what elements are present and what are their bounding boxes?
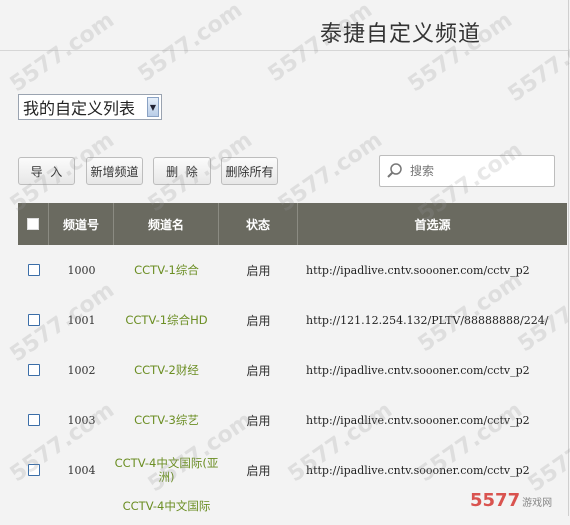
delete-button[interactable]: 删 除 bbox=[153, 157, 211, 185]
table-row[interactable]: 1004 CCTV-4中文国际(亚洲) 启用 http://ipadlive.c… bbox=[18, 445, 567, 495]
channel-source: http://ipadlive.cntv.soooner.com/cctv_p2 bbox=[306, 363, 530, 377]
channel-name[interactable]: CCTV-1综合 bbox=[114, 245, 219, 295]
search-box[interactable] bbox=[379, 155, 555, 187]
channel-source: http://ipadlive.cntv.soooner.com/cctv_p2 bbox=[306, 413, 530, 427]
add-channel-button[interactable]: 新增频道 bbox=[86, 157, 143, 185]
table-row[interactable]: 1001 CCTV-1综合HD 启用 http://121.12.254.132… bbox=[18, 295, 567, 345]
table-header: 频道号 频道名 状态 首选源 bbox=[18, 203, 567, 245]
channel-status: 启用 bbox=[246, 413, 271, 428]
col-header-number: 频道号 bbox=[49, 203, 114, 245]
channel-status: 启用 bbox=[246, 263, 271, 278]
list-dropdown[interactable]: 我的自定义列表 ▼ bbox=[18, 94, 162, 120]
title-divider bbox=[0, 50, 568, 51]
import-button[interactable]: 导 入 bbox=[18, 157, 75, 185]
delete-all-button[interactable]: 删除所有 bbox=[221, 157, 278, 185]
channel-source: http://ipadlive.cntv.soooner.com/cctv_p2 bbox=[306, 463, 530, 477]
watermark: 5577.com bbox=[5, 7, 119, 98]
channel-name[interactable]: CCTV-1综合HD bbox=[114, 295, 219, 345]
row-checkbox[interactable] bbox=[27, 414, 40, 426]
col-header-source: 首选源 bbox=[414, 217, 451, 232]
channel-status: 启用 bbox=[246, 313, 271, 328]
channel-status: 启用 bbox=[246, 363, 271, 378]
row-checkbox[interactable] bbox=[27, 364, 40, 376]
channel-number: 1003 bbox=[67, 413, 96, 427]
select-all-checkbox[interactable] bbox=[27, 218, 39, 230]
table-row[interactable]: 1003 CCTV-3综艺 启用 http://ipadlive.cntv.so… bbox=[18, 395, 567, 445]
page-title: 泰捷自定义频道 bbox=[320, 22, 482, 47]
channel-number: 1001 bbox=[67, 313, 96, 327]
watermark: 5577.com bbox=[133, 0, 247, 88]
col-header-status: 状态 bbox=[219, 203, 298, 245]
row-checkbox[interactable] bbox=[27, 464, 40, 476]
select-all-cell bbox=[18, 203, 49, 245]
channel-number: 1000 bbox=[67, 263, 96, 277]
site-logo: 5577 游戏网 bbox=[470, 490, 553, 511]
channel-name[interactable]: CCTV-3综艺 bbox=[114, 395, 219, 445]
row-checkbox[interactable] bbox=[27, 264, 40, 276]
channel-source: http://121.12.254.132/PLTV/88888888/224/ bbox=[306, 313, 549, 327]
watermark: 5577.com bbox=[503, 17, 570, 108]
col-header-name: 频道名 bbox=[114, 203, 219, 245]
channel-name[interactable]: CCTV-4中文国际 bbox=[114, 495, 219, 513]
search-icon bbox=[384, 160, 406, 182]
channel-table: 频道号 频道名 状态 首选源 1000 CCTV-1综合 启用 http://i… bbox=[18, 203, 567, 525]
chevron-down-icon[interactable]: ▼ bbox=[147, 97, 159, 117]
channel-number: 1002 bbox=[67, 363, 96, 377]
table-row[interactable]: 1002 CCTV-2财经 启用 http://ipadlive.cntv.so… bbox=[18, 345, 567, 395]
list-dropdown-value: 我的自定义列表 bbox=[23, 99, 136, 118]
channel-number: 1004 bbox=[67, 463, 96, 477]
channel-name[interactable]: CCTV-2财经 bbox=[114, 345, 219, 395]
channel-status: 启用 bbox=[246, 463, 271, 478]
row-checkbox[interactable] bbox=[27, 314, 40, 326]
search-input[interactable] bbox=[408, 163, 552, 179]
channel-name[interactable]: CCTV-4中文国际(亚洲) bbox=[114, 445, 219, 495]
table-row[interactable]: 1000 CCTV-1综合 启用 http://ipadlive.cntv.so… bbox=[18, 245, 567, 295]
channel-source: http://ipadlive.cntv.soooner.com/cctv_p2 bbox=[306, 263, 530, 277]
app-frame: 泰捷自定义频道 我的自定义列表 ▼ 导 入 新增频道 删 除 删除所有 频道号 … bbox=[0, 0, 570, 516]
